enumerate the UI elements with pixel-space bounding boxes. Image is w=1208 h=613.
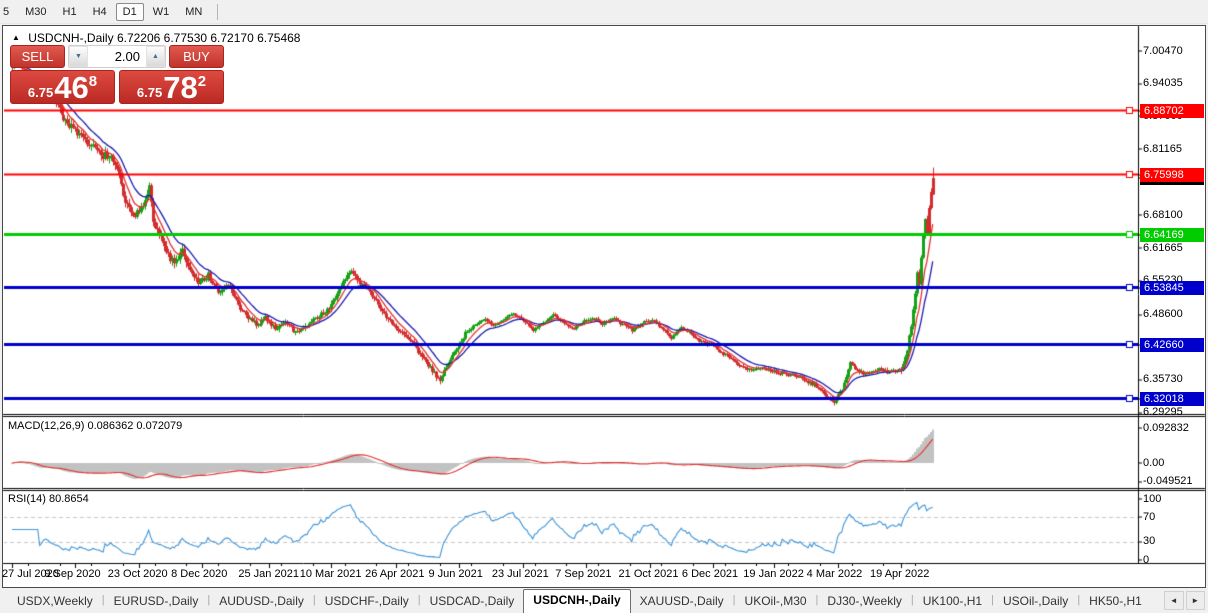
- macd-axis-label: 0.00: [1143, 458, 1164, 469]
- timeframe-buttons: 5M30H1H4D1W1MN: [0, 3, 210, 21]
- toolbar-divider: [217, 4, 218, 20]
- chart-tab-usdx[interactable]: USDX,Weekly: [8, 591, 102, 613]
- macd-axis-label: 0.092832: [1143, 423, 1189, 434]
- x-axis-label: 23 Oct 2020: [108, 568, 168, 580]
- y-axis-label: 6.29295: [1143, 407, 1183, 418]
- tab-scroll-right-button[interactable]: ►: [1186, 591, 1206, 610]
- symbol-tab-bar: USDX,Weekly|EURUSD-,Daily|AUDUSD-,Daily|…: [0, 588, 1208, 613]
- symbol-period-label: USDCNH-,Daily: [28, 31, 113, 45]
- sell-price-big: 46: [54, 73, 88, 102]
- timeframe-toolbar: 5M30H1H4D1W1MN: [0, 0, 1208, 24]
- volume-decrease-button[interactable]: ▼: [69, 46, 88, 67]
- x-axis-label: 9 Jun 2021: [428, 568, 482, 580]
- chart-tab-hk50[interactable]: HK50-,H1: [1080, 591, 1151, 613]
- chart-tab-usdcnh[interactable]: USDCNH-,Daily: [523, 589, 630, 613]
- x-axis-label: 19 Jan 2022: [743, 568, 804, 580]
- macd-label: MACD(12,26,9) 0.086362 0.072079: [8, 420, 182, 432]
- y-axis-label: 6.81165: [1143, 144, 1182, 155]
- rsi-label: RSI(14) 80.8654: [8, 493, 89, 505]
- timeframe-button-h1[interactable]: H1: [56, 3, 84, 21]
- x-axis-label: 23 Jul 2021: [492, 568, 549, 580]
- rsi-axis-label: 0: [1143, 555, 1149, 566]
- x-axis-label: 7 Sep 2021: [555, 568, 611, 580]
- x-axis-label: 6 Dec 2021: [682, 568, 738, 580]
- sell-price[interactable]: 6.75 46 8: [10, 70, 115, 104]
- chart-tab-dj30[interactable]: DJ30-,Weekly: [818, 591, 910, 613]
- x-axis-label: 9 Sep 2020: [44, 568, 100, 580]
- buy-price-sup: 2: [198, 73, 206, 90]
- rsi-axis-label: 70: [1143, 512, 1155, 523]
- x-axis-label: 4 Mar 2022: [807, 568, 863, 580]
- resistance-1-badge: 6.88702: [1140, 104, 1204, 118]
- timeframe-button-h4[interactable]: H4: [86, 3, 114, 21]
- x-axis-label: 19 Apr 2022: [870, 568, 929, 580]
- support-blue-3-badge: 6.32018: [1140, 392, 1204, 406]
- macd-axis-label: -0.049521: [1143, 476, 1193, 487]
- support-blue-1-badge: 6.53845: [1140, 281, 1204, 295]
- chart-tab-eurusd[interactable]: EURUSD-,Daily: [105, 591, 208, 613]
- sell-price-sup: 8: [89, 73, 97, 90]
- buy-price[interactable]: 6.75 78 2: [119, 70, 224, 104]
- chart-title: ▲ USDCNH-,Daily 6.72206 6.77530 6.72170 …: [12, 31, 300, 45]
- resistance-2-badge: 6.75998: [1140, 168, 1204, 182]
- y-axis-label: 6.48600: [1143, 309, 1183, 320]
- y-axis-label: 6.61665: [1143, 243, 1183, 254]
- buy-button[interactable]: BUY: [169, 45, 224, 68]
- sell-button[interactable]: SELL: [10, 45, 65, 68]
- x-axis-label: 8 Dec 2020: [171, 568, 227, 580]
- timeframe-button-d1[interactable]: D1: [116, 3, 144, 21]
- chart-tab-usdchf[interactable]: USDCHF-,Daily: [316, 591, 418, 613]
- chart-tab-xauusd[interactable]: XAUUSD-,Daily: [631, 591, 733, 613]
- support-green-badge: 6.64169: [1140, 228, 1204, 242]
- chart-tab-usdcad[interactable]: USDCAD-,Daily: [421, 591, 524, 613]
- buy-price-prefix: 6.75: [137, 83, 162, 103]
- y-axis-label: 7.00470: [1143, 46, 1183, 57]
- x-axis-label: 10 Mar 2021: [300, 568, 362, 580]
- one-click-trading-widget: SELL ▼ ▲ BUY 6.75 46 8 6.75 78 2: [10, 45, 224, 104]
- timeframe-button-m30[interactable]: M30: [18, 3, 53, 21]
- y-axis-label: 6.94035: [1143, 78, 1183, 89]
- x-axis-label: 21 Oct 2021: [619, 568, 679, 580]
- sell-price-prefix: 6.75: [28, 83, 53, 103]
- chart-tab-ukoil[interactable]: UKOil-,M30: [736, 591, 816, 613]
- chart-tab-uk100[interactable]: UK100-,H1: [914, 591, 991, 613]
- chart-tab-usoil[interactable]: USOil-,Daily: [994, 591, 1077, 613]
- volume-increase-button[interactable]: ▲: [146, 46, 165, 67]
- ohlc-values: 6.72206 6.77530 6.72170 6.75468: [117, 31, 301, 45]
- y-axis-label: 6.68100: [1143, 210, 1183, 221]
- tab-scroll-left-button[interactable]: ◄: [1164, 591, 1184, 610]
- rsi-axis-label: 30: [1143, 536, 1155, 547]
- timeframe-button-5[interactable]: 5: [0, 3, 16, 21]
- buy-price-big: 78: [163, 73, 197, 102]
- rsi-axis-label: 100: [1143, 494, 1161, 505]
- y-axis-label: 6.35730: [1143, 374, 1183, 385]
- collapse-arrow-icon[interactable]: ▲: [12, 33, 20, 42]
- timeframe-button-mn[interactable]: MN: [178, 3, 209, 21]
- x-axis-label: 25 Jan 2021: [238, 568, 299, 580]
- timeframe-button-w1[interactable]: W1: [146, 3, 177, 21]
- tab-scroll-arrows: ◄ ►: [1162, 588, 1208, 613]
- x-axis-label: 26 Apr 2021: [365, 568, 424, 580]
- support-blue-2-badge: 6.42660: [1140, 338, 1204, 352]
- volume-input[interactable]: [88, 46, 146, 67]
- volume-spinner: ▼ ▲: [68, 45, 166, 68]
- chart-tab-audusd[interactable]: AUDUSD-,Daily: [210, 591, 313, 613]
